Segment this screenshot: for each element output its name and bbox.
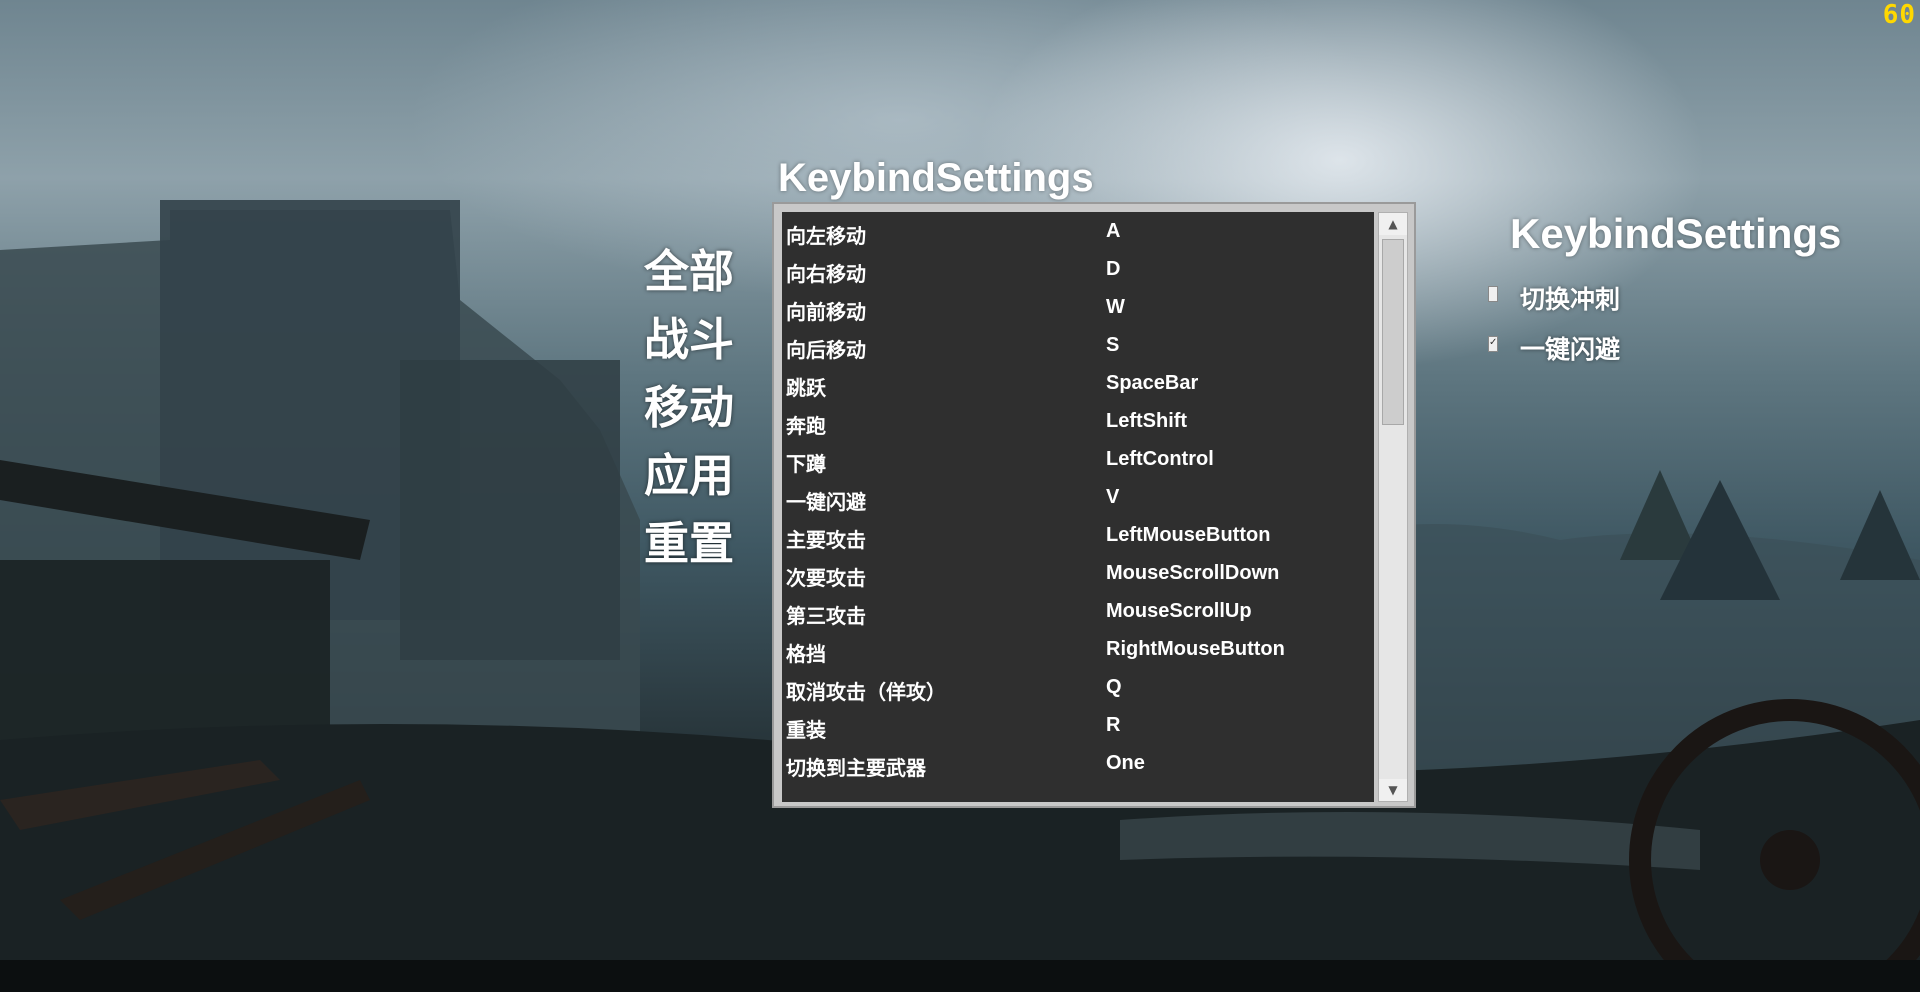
category-menu: 全部 战斗 移动 应用 重置 [644,238,744,578]
toggle-sprint-checkbox[interactable] [1488,286,1498,302]
key-value[interactable]: MouseScrollDown [1106,562,1279,585]
key-value[interactable]: LeftControl [1106,448,1214,471]
keybind-panel-title: KeybindSettings [778,156,1094,200]
key-value[interactable]: RightMouseButton [1106,638,1285,661]
keybind-row[interactable]: 一键闪避 V [782,478,1374,516]
keybind-row[interactable]: 奔跑 LeftShift [782,402,1374,440]
keybind-row[interactable]: 第三攻击 MouseScrollUp [782,592,1374,630]
action-label: 向后移动 [786,340,866,362]
keybind-row[interactable]: 主要攻击 LeftMouseButton [782,516,1374,554]
action-label: 主要攻击 [786,530,866,552]
category-all-button[interactable]: 全部 [644,238,744,306]
scrollbar-thumb[interactable] [1382,239,1404,425]
options-panel-title: KeybindSettings [1510,210,1842,257]
one-key-dodge-label: 一键闪避 [1520,335,1621,364]
action-label: 下蹲 [786,454,826,476]
keybind-row[interactable]: 向前移动 W [782,288,1374,326]
action-label: 第三攻击 [786,606,866,628]
keybind-list[interactable]: 向左移动 A 向右移动 D 向前移动 W 向后移动 S 跳跃 SpaceBar 奔跑 Lef… [782,212,1374,802]
action-label: 格挡 [786,644,826,666]
keybind-row[interactable]: 跳跃 SpaceBar [782,364,1374,402]
keybind-row[interactable]: 重装 R [782,706,1374,744]
key-value[interactable]: SpaceBar [1106,372,1198,395]
action-label: 一键闪避 [786,492,866,514]
key-value[interactable]: V [1106,486,1119,509]
keybind-row[interactable]: 格挡 RightMouseButton [782,630,1374,668]
action-label: 向左移动 [786,226,866,248]
keybind-row[interactable]: 切换到主要武器 One [782,744,1374,782]
key-value[interactable]: LeftShift [1106,410,1187,433]
key-value[interactable]: One [1106,752,1145,775]
reset-button[interactable]: 重置 [644,510,744,578]
fps-counter: 60 [1882,0,1916,30]
keybind-row[interactable]: 向左移动 A [782,212,1374,250]
keybind-list-box: 向左移动 A 向右移动 D 向前移动 W 向后移动 S 跳跃 SpaceBar 奔跑 Lef… [772,202,1416,808]
scroll-up-icon[interactable]: ▲ [1379,213,1407,235]
action-label: 重装 [786,720,826,742]
apply-button[interactable]: 应用 [644,442,744,510]
key-value[interactable]: Q [1106,676,1122,699]
action-label: 次要攻击 [786,568,866,590]
action-label: 跳跃 [786,378,826,400]
key-value[interactable]: LeftMouseButton [1106,524,1270,547]
key-value[interactable]: S [1106,334,1119,357]
category-movement-button[interactable]: 移动 [644,374,744,442]
keybind-row[interactable]: 向后移动 S [782,326,1374,364]
toggle-sprint-label: 切换冲刺 [1520,285,1621,314]
category-combat-button[interactable]: 战斗 [644,306,744,374]
scroll-down-icon[interactable]: ▼ [1379,779,1407,801]
action-label: 向右移动 [786,264,866,286]
action-label: 取消攻击（佯攻） [786,682,946,704]
key-value[interactable]: D [1106,258,1120,281]
key-value[interactable]: W [1106,296,1125,319]
action-label: 向前移动 [786,302,866,324]
action-label: 奔跑 [786,416,826,438]
key-value[interactable]: A [1106,220,1120,243]
keybind-row[interactable]: 下蹲 LeftControl [782,440,1374,478]
keybind-row[interactable]: 次要攻击 MouseScrollDown [782,554,1374,592]
keybind-row[interactable]: 向右移动 D [782,250,1374,288]
keybind-list-scrollbar[interactable]: ▲ ▼ [1378,212,1408,802]
key-value[interactable]: R [1106,714,1120,737]
keybind-row[interactable]: 取消攻击（佯攻） Q [782,668,1374,706]
one-key-dodge-checkbox[interactable]: ✓ [1488,336,1498,352]
action-label: 切换到主要武器 [786,758,926,780]
key-value[interactable]: MouseScrollUp [1106,600,1252,623]
